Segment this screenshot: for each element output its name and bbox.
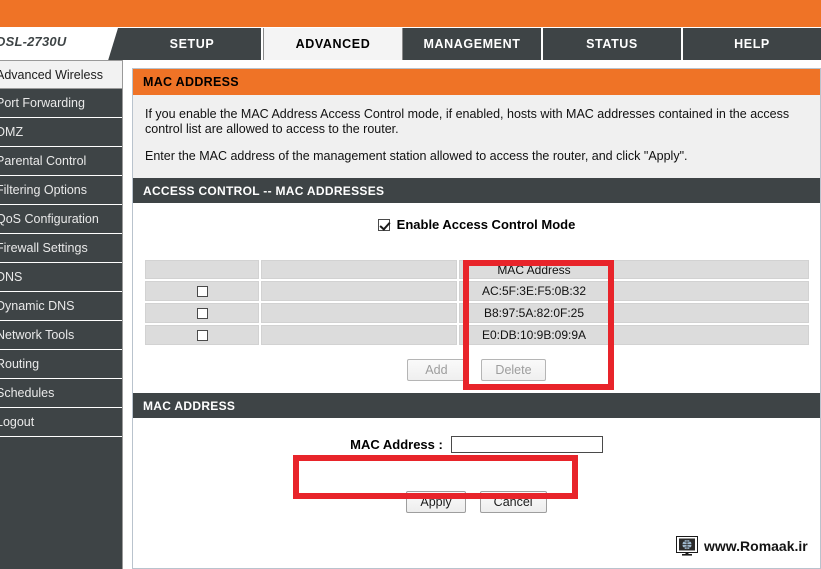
- sidebar-item-label: Dynamic DNS: [0, 299, 75, 313]
- description-line-2: Enter the MAC address of the management …: [145, 149, 688, 163]
- sidebar-item-qos-configuration[interactable]: QoS Configuration: [0, 205, 122, 234]
- table-row: B8:97:5A:82:0F:25: [145, 303, 809, 323]
- tab-status[interactable]: STATUS: [543, 28, 683, 60]
- router-admin-page: DSL-2730U SETUP ADVANCED MANAGEMENT STAT…: [0, 0, 821, 569]
- access-control-body: Enable Access Control Mode MAC Address A…: [133, 203, 820, 393]
- row-select-cell[interactable]: [145, 281, 259, 301]
- sidebar-item-advanced-wireless[interactable]: Advanced Wireless: [0, 60, 122, 89]
- apply-button[interactable]: Apply: [406, 491, 466, 513]
- table-actions: Add Delete: [133, 349, 820, 393]
- sidebar-item-filtering-options[interactable]: Filtering Options: [0, 176, 122, 205]
- form-actions: Apply Cancel: [133, 469, 820, 513]
- product-logo: DSL-2730U: [0, 28, 123, 60]
- page-description: If you enable the MAC Address Access Con…: [133, 95, 820, 178]
- sidebar-item-label: Logout: [0, 415, 35, 429]
- main-content-panel: MAC ADDRESS If you enable the MAC Addres…: [132, 68, 821, 569]
- tab-management[interactable]: MANAGEMENT: [403, 28, 543, 60]
- row-select-cell[interactable]: [145, 303, 259, 323]
- table-row: E0:DB:10:9B:09:9A: [145, 325, 809, 345]
- mac-address-form-row: MAC Address :: [133, 418, 820, 469]
- mac-address-form-body: MAC Address : Apply Cancel: [133, 418, 820, 513]
- sidebar-item-label: DNS: [0, 270, 23, 284]
- main-nav-tabs: SETUP ADVANCED MANAGEMENT STATUS HELP: [123, 28, 821, 60]
- mac-address-field-label: MAC Address :: [350, 437, 443, 452]
- row-blank-cell: [261, 303, 457, 323]
- sidebar-item-label: Parental Control: [0, 154, 87, 168]
- mac-table-wrapper: MAC Address AC:5F:3E:F5:0B:32 B8:97:5A:8…: [133, 244, 820, 349]
- sidebar-item-label: Schedules: [0, 386, 55, 400]
- sidebar-item-dns[interactable]: DNS: [0, 263, 122, 292]
- enable-access-control-checkbox[interactable]: [377, 218, 390, 231]
- row-tail-cell: [611, 325, 809, 345]
- sidebar-item-label: Advanced Wireless: [0, 68, 103, 82]
- row-select-checkbox[interactable]: [196, 330, 208, 342]
- sidebar-item-port-forwarding[interactable]: Port Forwarding: [0, 89, 122, 118]
- column-header-tail: [611, 260, 809, 279]
- column-header-mac-address: MAC Address: [459, 260, 609, 279]
- product-model-label: DSL-2730U: [0, 34, 67, 49]
- sidebar-item-label: Routing: [0, 357, 40, 371]
- sidebar-item-network-tools[interactable]: Network Tools: [0, 321, 122, 350]
- mac-address-table: MAC Address AC:5F:3E:F5:0B:32 B8:97:5A:8…: [143, 258, 811, 347]
- cancel-button[interactable]: Cancel: [479, 491, 547, 513]
- enable-access-control-row: Enable Access Control Mode: [133, 203, 820, 244]
- row-select-checkbox[interactable]: [196, 308, 208, 320]
- description-line-1: If you enable the MAC Address Access Con…: [145, 107, 790, 136]
- sidebar-item-label: QoS Configuration: [0, 212, 99, 226]
- column-header-select: [145, 260, 259, 279]
- sidebar-item-dynamic-dns[interactable]: Dynamic DNS: [0, 292, 122, 321]
- tab-setup[interactable]: SETUP: [123, 28, 263, 60]
- row-blank-cell: [261, 281, 457, 301]
- table-row: AC:5F:3E:F5:0B:32: [145, 281, 809, 301]
- page-title: MAC ADDRESS: [133, 69, 820, 95]
- sidebar-item-label: DMZ: [0, 125, 24, 139]
- sidebar-item-routing[interactable]: Routing: [0, 350, 122, 379]
- add-button[interactable]: Add: [407, 359, 466, 381]
- row-mac-address: AC:5F:3E:F5:0B:32: [459, 281, 609, 301]
- sidebar-nav: Advanced Wireless Port Forwarding DMZ Pa…: [0, 60, 123, 569]
- row-select-checkbox[interactable]: [196, 286, 208, 298]
- column-header-blank: [261, 260, 457, 279]
- tab-help[interactable]: HELP: [683, 28, 821, 60]
- enable-access-control-label: Enable Access Control Mode: [396, 217, 576, 232]
- row-tail-cell: [611, 303, 809, 323]
- mac-address-input[interactable]: [450, 436, 603, 453]
- sidebar-item-label: Network Tools: [0, 328, 75, 342]
- table-header-row: MAC Address: [145, 260, 809, 279]
- watermark: www.Romaak.ir: [676, 536, 808, 556]
- nav-underline: [123, 60, 821, 62]
- mac-address-form-header: MAC ADDRESS: [133, 393, 820, 418]
- globe-monitor-icon: [676, 536, 698, 556]
- sidebar-item-parental-control[interactable]: Parental Control: [0, 147, 122, 176]
- sidebar-item-firewall-settings[interactable]: Firewall Settings: [0, 234, 122, 263]
- row-mac-address: B8:97:5A:82:0F:25: [459, 303, 609, 323]
- sidebar-item-label: Firewall Settings: [0, 241, 88, 255]
- row-blank-cell: [261, 325, 457, 345]
- watermark-text: www.Romaak.ir: [704, 538, 808, 554]
- row-select-cell[interactable]: [145, 325, 259, 345]
- sidebar-item-dmz[interactable]: DMZ: [0, 118, 122, 147]
- sidebar-item-logout[interactable]: Logout: [0, 408, 122, 437]
- tab-advanced[interactable]: ADVANCED: [263, 28, 403, 60]
- sidebar-item-schedules[interactable]: Schedules: [0, 379, 122, 408]
- delete-button[interactable]: Delete: [481, 359, 546, 381]
- top-orange-band: [0, 0, 821, 27]
- sidebar-item-label: Port Forwarding: [0, 96, 85, 110]
- row-mac-address: E0:DB:10:9B:09:9A: [459, 325, 609, 345]
- sidebar-item-label: Filtering Options: [0, 183, 88, 197]
- row-tail-cell: [611, 281, 809, 301]
- access-control-section-header: ACCESS CONTROL -- MAC ADDRESSES: [133, 178, 820, 203]
